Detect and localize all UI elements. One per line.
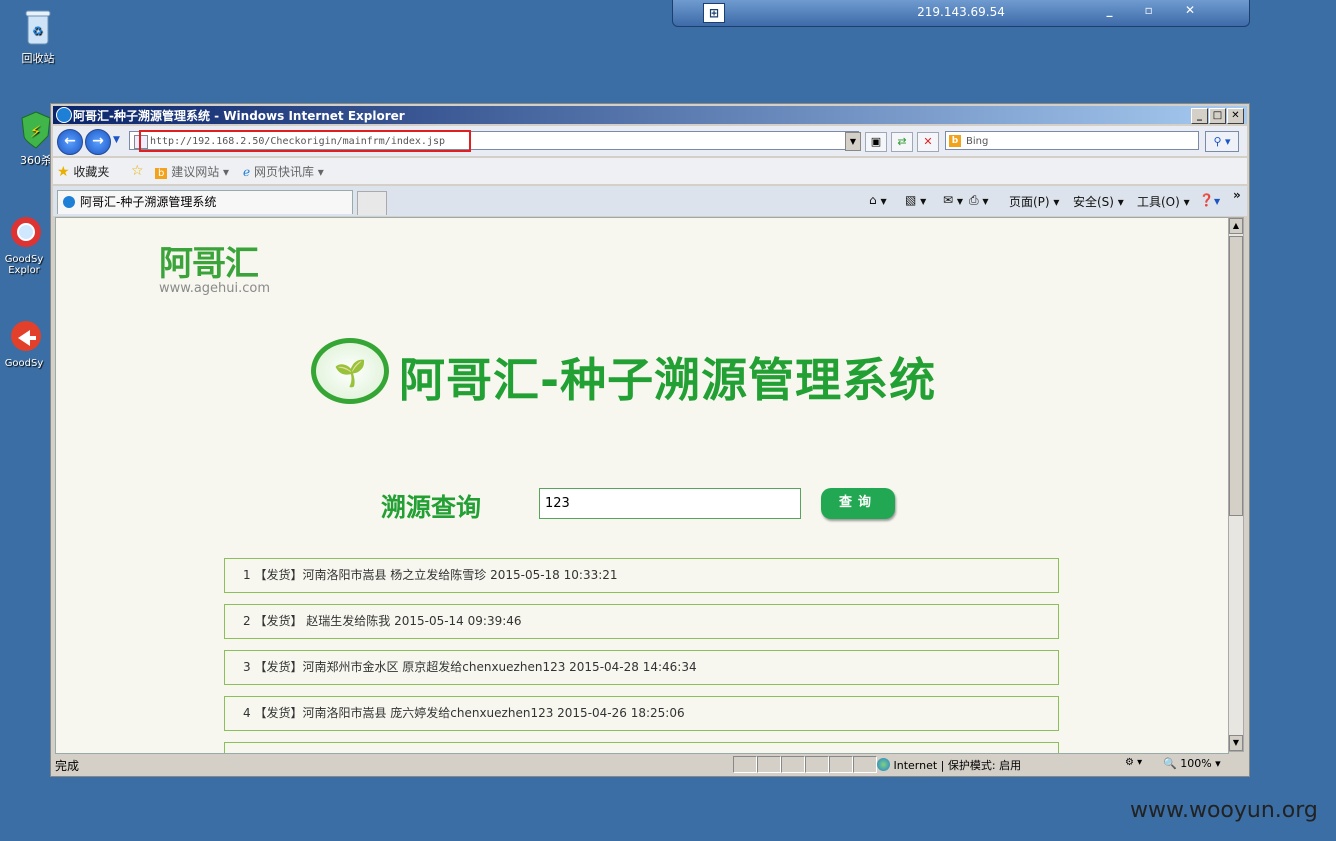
status-pane <box>757 756 781 773</box>
refresh-icon[interactable]: ⇄ <box>891 132 913 152</box>
logo-text: 阿哥汇 <box>159 244 259 284</box>
query-button[interactable]: 查询 <box>821 488 895 519</box>
print-button[interactable]: ⎙ ▼ <box>969 193 989 208</box>
status-text: 完成 <box>55 759 80 773</box>
desktop-icon-label: 回收站 <box>21 52 55 65</box>
popup-blocker-icon[interactable]: ⚙ ▾ <box>1125 757 1142 768</box>
safety-menu[interactable]: 安全(S) ▾ <box>1073 193 1124 210</box>
compatibility-view-icon[interactable]: ▣ <box>865 132 887 152</box>
tab-bar: 阿哥汇-种子溯源管理系统 ⌂ ▼ ▧ ▼ ✉ ▼ ⎙ ▼ 页面(P) ▾ 安全(… <box>53 186 1247 216</box>
ie-window: 阿哥汇-种子溯源管理系统 - Windows Internet Explorer… <box>50 103 1250 777</box>
shield-icon: ⚡ <box>18 110 54 150</box>
result-row: 4 【发货】河南洛阳市嵩县 庞六婷发给chenxuezhen123 2015-0… <box>224 696 1059 731</box>
globe-icon <box>877 758 890 771</box>
recycle-bin-icon: ♻ <box>20 8 56 48</box>
bing-icon: b <box>949 135 961 147</box>
bing-icon: b <box>155 168 168 179</box>
leaf-logo-icon: 🌱 <box>311 338 389 404</box>
tools-menu[interactable]: 工具(O) ▾ <box>1137 193 1190 210</box>
favorites-bar: ★ 收藏夹 ☆ b 建议网站 ▾ ℯ 网页快讯库 ▾ <box>53 158 1247 184</box>
desktop-icon-goodsync-explorer[interactable]: GoodSy Explor <box>0 212 54 276</box>
mail-button[interactable]: ✉ ▼ <box>943 193 963 207</box>
ie-icon <box>56 107 72 123</box>
agehui-logo: 阿哥汇 www.agehui.com <box>159 236 270 296</box>
favorites-label: 收藏夹 <box>73 165 110 179</box>
suggested-sites-label: 建议网站 ▾ <box>171 165 230 179</box>
tab-title: 阿哥汇-种子溯源管理系统 <box>80 195 217 209</box>
add-favorite-icon[interactable]: ☆ <box>131 163 144 179</box>
close-button[interactable]: ✕ <box>1227 108 1244 124</box>
search-placeholder: Bing <box>966 136 989 147</box>
status-pane <box>805 756 829 773</box>
vertical-scrollbar[interactable]: ▲ ▼ <box>1228 217 1244 752</box>
result-row: 1 【发货】河南洛阳市嵩县 杨之立发给陈雪珍 2015-05-18 10:33:… <box>224 558 1059 593</box>
status-pane <box>733 756 757 773</box>
new-tab-button[interactable] <box>357 191 387 215</box>
address-dropdown-button[interactable]: ▼ <box>845 132 861 151</box>
stop-icon[interactable]: ✕ <box>917 132 939 152</box>
ie-icon <box>63 196 75 208</box>
rdp-window-controls[interactable]: _ ▫ ✕ <box>1106 3 1209 17</box>
scroll-down-icon[interactable]: ▼ <box>1229 735 1243 751</box>
page-menu[interactable]: 页面(P) ▾ <box>1009 193 1059 210</box>
status-pane <box>829 756 853 773</box>
search-button[interactable]: ⚲ ▾ <box>1205 131 1239 152</box>
zoom-control[interactable]: 🔍 100% ▾ <box>1163 757 1221 770</box>
magnifier-icon <box>6 212 42 252</box>
search-input[interactable]: b Bing <box>945 131 1199 150</box>
arrow-icon <box>6 316 42 356</box>
trace-query-input[interactable] <box>539 488 801 519</box>
help-icon[interactable]: ❓▼ <box>1199 193 1220 207</box>
watermark: www.wooyun.org <box>1130 798 1318 823</box>
result-row: 3 【发货】河南郑州市金水区 原京超发给chenxuezhen123 2015-… <box>224 650 1059 685</box>
svg-text:⚡: ⚡ <box>30 122 41 141</box>
security-zone[interactable]: Internet | 保护模式: 启用 <box>877 757 1021 773</box>
more-commands-icon[interactable]: » <box>1233 188 1241 202</box>
status-bar: 完成 Internet | 保护模式: 启用 ⚙ ▾ 🔍 100% ▾ <box>53 754 1247 774</box>
window-title: 阿哥汇-种子溯源管理系统 - Windows Internet Explorer <box>73 109 405 123</box>
tab-active[interactable]: 阿哥汇-种子溯源管理系统 <box>57 190 353 214</box>
ie-page-icon: ℯ <box>243 165 251 179</box>
web-slice-gallery-link[interactable]: ℯ 网页快讯库 ▾ <box>243 163 324 180</box>
svg-text:♻: ♻ <box>32 24 43 38</box>
desktop-icon-goodsync[interactable]: GoodSy <box>0 316 54 369</box>
address-highlight-box <box>139 130 471 152</box>
result-row-partial <box>224 742 1059 753</box>
remote-desktop-bar: ⊞ 219.143.69.54 _ ▫ ✕ <box>672 0 1250 27</box>
status-pane <box>853 756 877 773</box>
web-slice-label: 网页快讯库 ▾ <box>253 165 324 179</box>
zoom-level: 100% <box>1180 757 1212 770</box>
home-button[interactable]: ⌂ ▼ <box>869 193 887 207</box>
feeds-button[interactable]: ▧ ▼ <box>905 193 926 207</box>
address-toolbar: ← → ▼ http://192.168.2.50/Checkorigin/ma… <box>53 126 1247 156</box>
back-button[interactable]: ← <box>57 129 83 155</box>
maximize-button[interactable]: □ <box>1209 108 1226 124</box>
desktop-icon-label: GoodSy <box>4 358 44 369</box>
query-label: 溯源查询 <box>381 493 482 522</box>
status-pane <box>781 756 805 773</box>
zone-text: Internet | 保护模式: 启用 <box>893 759 1022 772</box>
page-content: 阿哥汇 www.agehui.com 🌱 阿哥汇-种子溯源管理系统 溯源查询 查… <box>55 217 1229 754</box>
desktop-icon-recycle-bin[interactable]: ♻ 回收站 <box>0 8 76 66</box>
add-star-icon: ☆ <box>131 163 144 179</box>
scroll-up-icon[interactable]: ▲ <box>1229 218 1243 234</box>
forward-button[interactable]: → <box>85 129 111 155</box>
suggested-sites-link[interactable]: b 建议网站 ▾ <box>155 163 229 180</box>
banner-title: 阿哥汇-种子溯源管理系统 <box>399 353 937 407</box>
star-icon: ★ <box>57 164 70 180</box>
result-row: 2 【发货】 赵瑞生发给陈我 2015-05-14 09:39:46 <box>224 604 1059 639</box>
logo-url: www.agehui.com <box>159 281 271 296</box>
desktop-icon-label: GoodSy Explor <box>4 254 44 276</box>
favorites-button[interactable]: ★ 收藏夹 <box>57 163 109 180</box>
scroll-thumb[interactable] <box>1229 236 1243 516</box>
zoom-icon: 🔍 <box>1163 757 1177 770</box>
history-dropdown-icon[interactable]: ▼ <box>113 135 120 145</box>
title-bar: 阿哥汇-种子溯源管理系统 - Windows Internet Explorer… <box>53 106 1247 124</box>
minimize-button[interactable]: _ <box>1191 108 1208 124</box>
